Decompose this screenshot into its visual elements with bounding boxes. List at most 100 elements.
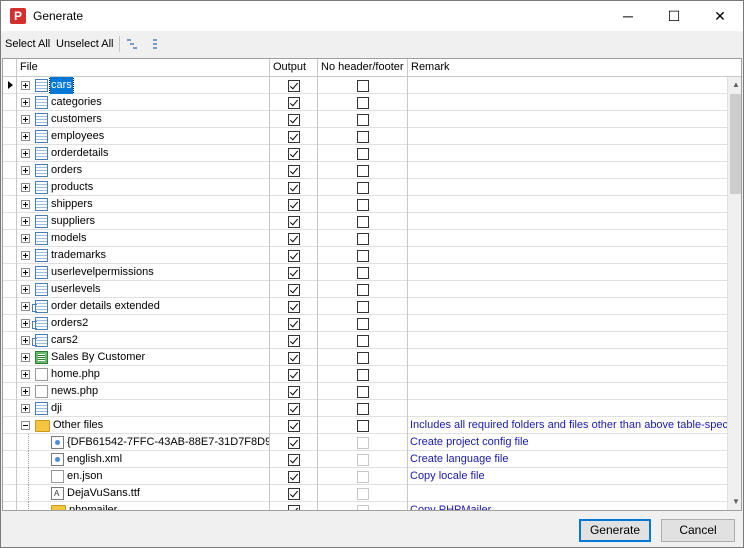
scroll-up-icon[interactable]: ▲ [728,77,741,93]
expand-all-icon[interactable] [126,37,140,51]
no-header-footer-checkbox[interactable] [357,420,369,432]
file-cell[interactable]: employees [17,128,270,145]
file-name[interactable]: shippers [50,196,94,213]
file-cell[interactable]: Other files [17,417,270,434]
row-indicator[interactable] [3,434,17,451]
output-checkbox[interactable] [288,148,300,160]
close-button[interactable]: ✕ [697,1,743,31]
file-name[interactable]: dji [50,400,63,417]
file-cell[interactable]: customers [17,111,270,128]
file-name[interactable]: cars [49,77,74,94]
table-row[interactable]: customers [3,111,727,128]
output-checkbox[interactable] [288,131,300,143]
table-row[interactable]: products [3,179,727,196]
expand-icon[interactable] [21,217,30,226]
no-header-footer-checkbox[interactable] [357,284,369,296]
expand-icon[interactable] [21,404,30,413]
file-name[interactable]: orders2 [50,315,89,332]
row-indicator[interactable] [3,332,17,349]
file-cell[interactable]: shippers [17,196,270,213]
no-header-footer-checkbox[interactable] [357,199,369,211]
no-header-footer-checkbox[interactable] [357,182,369,194]
file-cell[interactable]: userlevelpermissions [17,264,270,281]
no-header-footer-checkbox[interactable] [357,403,369,415]
table-row[interactable]: userlevelpermissions [3,264,727,281]
file-name[interactable]: categories [50,94,103,111]
row-indicator[interactable] [3,230,17,247]
file-cell[interactable]: trademarks [17,247,270,264]
table-row[interactable]: home.php [3,366,727,383]
row-indicator[interactable] [3,179,17,196]
no-header-footer-checkbox[interactable] [357,301,369,313]
table-row[interactable]: phpmailer Copy PHPMailer [3,502,727,510]
output-checkbox[interactable] [288,454,300,466]
file-cell[interactable]: categories [17,94,270,111]
file-name[interactable]: customers [50,111,103,128]
no-header-footer-checkbox[interactable] [357,80,369,92]
row-indicator[interactable] [3,383,17,400]
row-indicator[interactable] [3,281,17,298]
table-row[interactable]: shippers [3,196,727,213]
collapse-icon[interactable] [21,421,30,430]
maximize-button[interactable]: ☐ [651,1,697,31]
output-checkbox[interactable] [288,471,300,483]
file-cell[interactable]: A DejaVuSans.ttf [17,485,270,502]
cancel-button[interactable]: Cancel [661,519,735,542]
output-checkbox[interactable] [288,80,300,92]
row-indicator[interactable] [3,264,17,281]
file-name[interactable]: news.php [50,383,99,400]
row-indicator[interactable] [3,94,17,111]
table-row[interactable]: cars [3,77,727,94]
no-header-footer-checkbox[interactable] [357,267,369,279]
table-row[interactable]: trademarks [3,247,727,264]
no-header-footer-checkbox[interactable] [357,114,369,126]
row-indicator[interactable] [3,145,17,162]
output-checkbox[interactable] [288,318,300,330]
file-cell[interactable]: orders [17,162,270,179]
expand-icon[interactable] [21,387,30,396]
file-cell[interactable]: products [17,179,270,196]
table-row[interactable]: userlevels [3,281,727,298]
table-row[interactable]: orders [3,162,727,179]
expand-icon[interactable] [21,166,30,175]
table-row[interactable]: A DejaVuSans.ttf [3,485,727,502]
file-cell[interactable]: userlevels [17,281,270,298]
table-row[interactable]: models [3,230,727,247]
output-checkbox[interactable] [288,114,300,126]
file-cell[interactable]: order details extended [17,298,270,315]
expand-icon[interactable] [21,353,30,362]
row-indicator[interactable] [3,196,17,213]
file-cell[interactable]: phpmailer [17,502,270,510]
expand-icon[interactable] [21,302,30,311]
file-name[interactable]: Other files [52,417,104,434]
column-header-file[interactable]: File [17,59,270,77]
table-row[interactable]: orders2 [3,315,727,332]
row-indicator[interactable] [3,128,17,145]
output-checkbox[interactable] [288,386,300,398]
file-name[interactable]: models [50,230,87,247]
column-header-remark[interactable]: Remark [408,59,727,77]
expand-icon[interactable] [21,268,30,277]
file-cell[interactable]: orders2 [17,315,270,332]
select-all-button[interactable]: Select All [5,38,50,50]
minimize-button[interactable]: ─ [605,1,651,31]
row-indicator[interactable] [3,400,17,417]
scroll-down-icon[interactable]: ▼ [728,494,741,510]
table-row[interactable]: Other files Includes all required folders… [3,417,727,434]
table-row[interactable]: Sales By Customer [3,349,727,366]
no-header-footer-checkbox[interactable] [357,386,369,398]
output-checkbox[interactable] [288,369,300,381]
table-row[interactable]: order details extended [3,298,727,315]
no-header-footer-checkbox[interactable] [357,216,369,228]
row-indicator[interactable] [3,162,17,179]
table-row[interactable]: orderdetails [3,145,727,162]
file-cell[interactable]: home.php [17,366,270,383]
no-header-footer-checkbox[interactable] [357,250,369,262]
output-checkbox[interactable] [288,199,300,211]
no-header-footer-checkbox[interactable] [357,97,369,109]
output-checkbox[interactable] [288,182,300,194]
file-cell[interactable]: cars [17,77,270,94]
no-header-footer-checkbox[interactable] [357,233,369,245]
output-checkbox[interactable] [288,335,300,347]
output-checkbox[interactable] [288,488,300,500]
